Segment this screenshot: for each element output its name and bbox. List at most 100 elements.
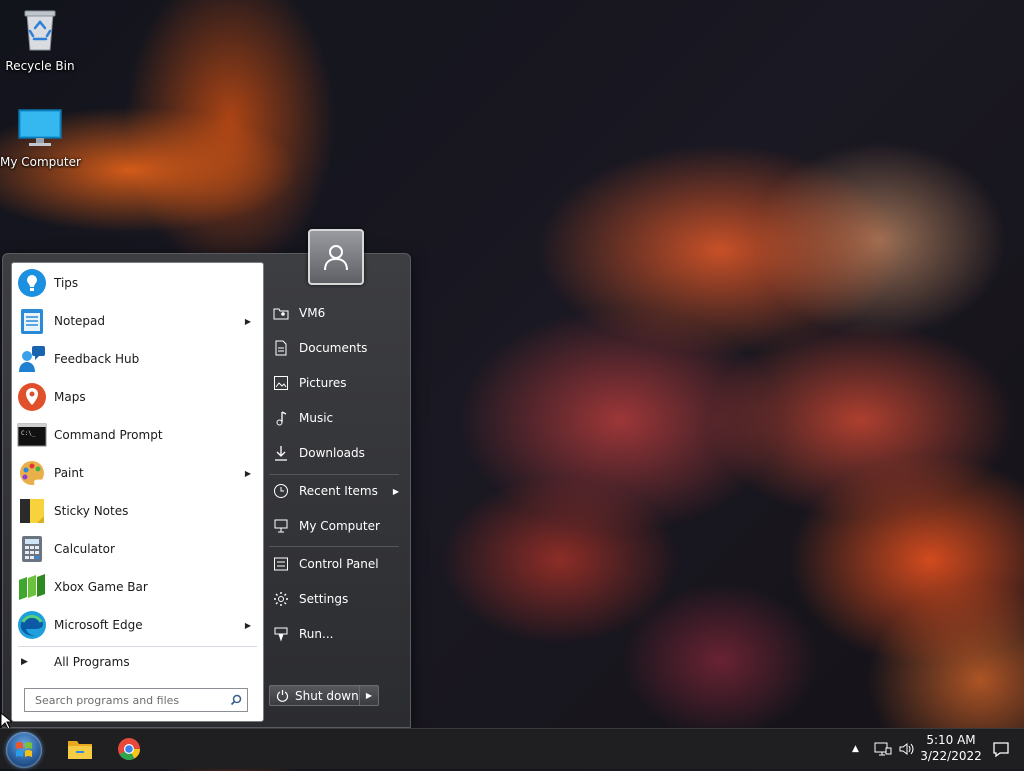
all-programs-label: All Programs: [54, 655, 130, 669]
search-icon[interactable]: [230, 694, 242, 706]
right-item-label: Settings: [299, 592, 349, 606]
notification-button[interactable]: [992, 729, 1010, 769]
right-item-vm6[interactable]: VM6: [269, 298, 399, 328]
right-item-label: Control Panel: [299, 557, 379, 571]
calculator-icon: [16, 533, 48, 565]
triangle-right-icon: ▶: [365, 691, 373, 700]
program-label: Calculator: [54, 542, 115, 556]
xbox-game-bar-icon: [16, 571, 48, 603]
program-item-sticky-notes[interactable]: Sticky Notes: [12, 492, 263, 530]
tray-overflow[interactable]: ▲: [852, 729, 859, 769]
paint-icon: [16, 457, 48, 489]
maps-icon: [16, 381, 48, 413]
right-item-downloads[interactable]: Downloads: [269, 438, 399, 468]
right-item-my-computer[interactable]: My Computer: [269, 511, 399, 541]
clock-time: 5:10 AM: [926, 733, 976, 747]
music-note-icon: [273, 410, 289, 426]
programs-pane: Tips Notepad ▶ Feedback Hub Maps C:\_ Co…: [11, 262, 264, 722]
run-icon: [273, 626, 289, 642]
right-item-music[interactable]: Music: [269, 403, 399, 433]
network-icon: [874, 741, 892, 757]
right-item-label: Downloads: [299, 446, 365, 460]
submenu-arrow-icon: ▶: [244, 468, 251, 478]
all-programs-button[interactable]: ▶ All Programs: [12, 651, 263, 673]
desktop-icon-label: My Computer: [0, 155, 81, 169]
download-icon: [273, 445, 289, 461]
tray-network[interactable]: [874, 729, 892, 769]
program-label: Command Prompt: [54, 428, 163, 442]
program-label: Feedback Hub: [54, 352, 140, 366]
notification-icon: [992, 740, 1010, 758]
gear-icon: [273, 591, 289, 607]
command-prompt-icon: C:\_: [16, 419, 48, 451]
program-label: Sticky Notes: [54, 504, 129, 518]
program-item-paint[interactable]: Paint ▶: [12, 454, 263, 492]
right-item-recent-items[interactable]: Recent Items ▶: [269, 476, 399, 506]
program-item-tips[interactable]: Tips: [12, 264, 263, 302]
right-item-label: Pictures: [299, 376, 347, 390]
right-item-control-panel[interactable]: Control Panel: [269, 549, 399, 579]
sticky-notes-icon: [16, 495, 48, 527]
clock-icon: [273, 483, 289, 499]
shutdown-options-button[interactable]: ▶: [360, 685, 379, 706]
user-folder-icon: [273, 305, 289, 321]
chevron-up-icon: ▲: [852, 744, 859, 754]
right-item-run[interactable]: Run...: [269, 619, 399, 649]
program-item-notepad[interactable]: Notepad ▶: [12, 302, 263, 340]
program-label: Xbox Game Bar: [54, 580, 148, 594]
shutdown-group: Shut down ▶: [269, 685, 381, 706]
user-account-picture[interactable]: [308, 229, 364, 285]
submenu-arrow-icon: ▶: [244, 620, 251, 630]
tips-icon: [16, 267, 48, 299]
divider: [269, 474, 399, 475]
program-item-xbox-game-bar[interactable]: Xbox Game Bar: [12, 568, 263, 606]
start-orb-icon[interactable]: [6, 732, 42, 768]
document-icon: [273, 340, 289, 356]
program-item-feedback-hub[interactable]: Feedback Hub: [12, 340, 263, 378]
program-label: Maps: [54, 390, 86, 404]
search-input[interactable]: [33, 692, 227, 708]
right-item-settings[interactable]: Settings: [269, 584, 399, 614]
right-item-documents[interactable]: Documents: [269, 333, 399, 363]
svg-text:C:\_: C:\_: [21, 430, 36, 437]
monitor-icon: [17, 108, 63, 148]
triangle-right-icon: ▶: [21, 657, 28, 667]
computer-icon: [273, 518, 289, 534]
picture-icon: [273, 375, 289, 391]
right-item-label: Music: [299, 411, 334, 425]
program-item-maps[interactable]: Maps: [12, 378, 263, 416]
program-item-command-prompt[interactable]: C:\_ Command Prompt: [12, 416, 263, 454]
user-icon: [310, 231, 362, 283]
tray-volume[interactable]: [898, 729, 916, 769]
taskbar-clock[interactable]: 5:10 AM 3/22/2022: [918, 732, 984, 764]
volume-icon: [898, 741, 916, 757]
clock-date: 3/22/2022: [920, 749, 982, 763]
shutdown-button[interactable]: Shut down: [269, 685, 360, 706]
right-item-pictures[interactable]: Pictures: [269, 368, 399, 398]
right-item-label: Recent Items: [299, 484, 378, 498]
program-label: Tips: [54, 276, 79, 290]
taskbar: ▲ 5:10 AM 3/22/2022: [0, 728, 1024, 769]
search-box[interactable]: [24, 688, 248, 712]
program-label: Paint: [54, 466, 84, 480]
desktop-icon-my-computer[interactable]: My Computer: [0, 108, 81, 169]
submenu-arrow-icon: ▶: [244, 316, 251, 326]
chrome-icon: [117, 737, 141, 761]
desktop-icon-label: Recycle Bin: [5, 59, 75, 73]
program-label: Microsoft Edge: [54, 618, 143, 632]
program-item-calculator[interactable]: Calculator: [12, 530, 263, 568]
control-panel-icon: [273, 556, 289, 572]
edge-icon: [16, 609, 48, 641]
submenu-arrow-icon: ▶: [392, 486, 399, 496]
recycle-bin-icon: [20, 8, 60, 52]
divider: [269, 546, 399, 547]
right-item-label: VM6: [299, 306, 326, 320]
notepad-icon: [16, 305, 48, 337]
taskbar-chrome[interactable]: [111, 732, 147, 766]
shutdown-label: Shut down: [295, 688, 359, 703]
program-item-microsoft-edge[interactable]: Microsoft Edge ▶: [12, 606, 263, 644]
divider: [18, 646, 257, 647]
desktop-icon-recycle-bin[interactable]: Recycle Bin: [0, 8, 80, 73]
program-label: Notepad: [54, 314, 105, 328]
taskbar-file-explorer[interactable]: [62, 732, 98, 766]
